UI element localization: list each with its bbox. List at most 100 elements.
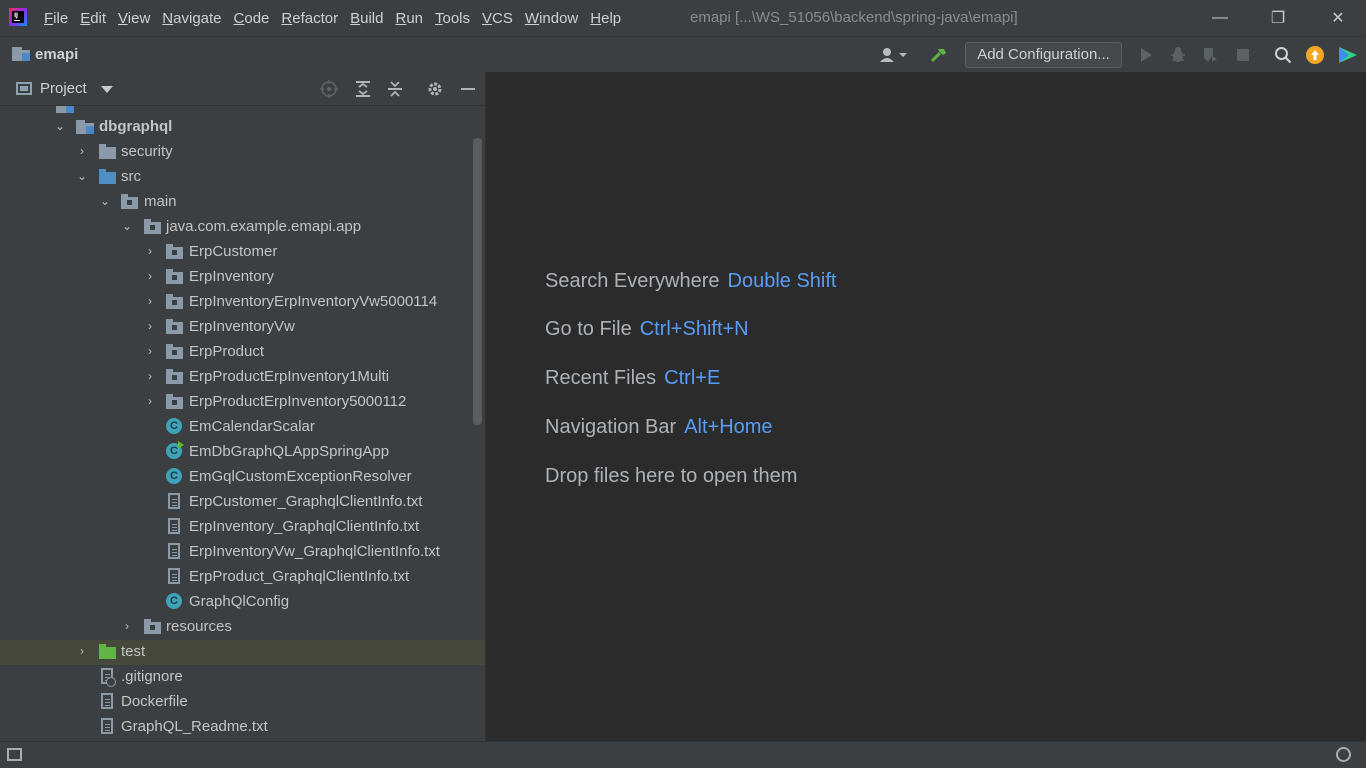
tree-row-package-item[interactable]: › ErpProductErpInventory5000112 — [0, 390, 486, 415]
project-panel-title[interactable]: Project — [40, 80, 87, 97]
chevron-right-icon[interactable]: › — [76, 145, 88, 157]
chevron-down-icon[interactable]: ⌄ — [99, 195, 111, 207]
chevron-right-icon[interactable]: › — [144, 395, 156, 407]
folder-icon — [99, 143, 117, 159]
menu-vcs[interactable]: VCS — [482, 10, 513, 27]
tree-label: ErpInventoryVw — [189, 318, 295, 335]
chevron-right-icon[interactable]: › — [144, 245, 156, 257]
chevron-right-icon[interactable]: › — [144, 270, 156, 282]
tree-row-package-item[interactable]: › ErpCustomer — [0, 240, 486, 265]
java-class-icon: C — [166, 418, 184, 434]
menu-tools[interactable]: Tools — [435, 10, 470, 27]
chevron-right-icon[interactable]: › — [76, 645, 88, 657]
tree-row-class[interactable]: C EmGqlCustomExceptionResolver — [0, 465, 486, 490]
tree-row-file[interactable]: ErpCustomer_GraphqlClientInfo.txt — [0, 490, 486, 515]
user-dropdown-icon[interactable] — [878, 46, 908, 64]
run-icon[interactable] — [1137, 46, 1155, 64]
tree-label: ErpProduct — [189, 343, 265, 360]
menu-edit[interactable]: Edit — [80, 10, 106, 27]
chevron-right-icon[interactable]: › — [144, 295, 156, 307]
close-button[interactable]: ✕ — [1308, 0, 1366, 36]
module-icon — [56, 106, 74, 113]
debug-icon[interactable] — [1169, 46, 1187, 64]
menu-help[interactable]: Help — [590, 10, 621, 27]
tool-windows-toggle-icon[interactable] — [7, 748, 22, 761]
editor-area[interactable]: Search Everywhere Double Shift Go to File… — [486, 72, 1366, 741]
menu-view[interactable]: View — [118, 10, 150, 27]
package-folder-icon — [144, 218, 162, 234]
gear-icon[interactable] — [426, 80, 444, 98]
tree-label: EmDbGraphQLAppSpringApp — [189, 443, 390, 460]
project-window-icon — [16, 82, 32, 95]
collapse-all-icon[interactable] — [386, 80, 404, 98]
tree-row-package-item[interactable]: › ErpInventoryErpInventoryVw5000114 — [0, 290, 486, 315]
menu-file[interactable]: File — [44, 10, 68, 27]
menu-build[interactable]: Build — [350, 10, 383, 27]
tree-row-class[interactable]: C GraphQlConfig — [0, 590, 486, 615]
tree-row-class[interactable]: C EmCalendarScalar — [0, 415, 486, 440]
search-icon[interactable] — [1274, 46, 1292, 64]
hide-panel-icon[interactable] — [459, 80, 477, 98]
tree-row-package[interactable]: ⌄ java.com.example.emapi.app — [0, 215, 486, 240]
window-title: emapi [...\WS_51056\backend\spring-java\… — [690, 9, 1018, 26]
breadcrumb-project[interactable]: emapi — [35, 46, 78, 63]
tree-label: ErpInventoryErpInventoryVw5000114 — [189, 293, 438, 310]
update-arrow-icon[interactable] — [1306, 46, 1324, 64]
menu-refactor[interactable]: Refactor — [281, 10, 338, 27]
tree-row-resources[interactable]: › resources — [0, 615, 486, 640]
text-file-icon — [166, 493, 184, 509]
menu-code[interactable]: Code — [234, 10, 270, 27]
chevron-right-icon[interactable]: › — [121, 620, 133, 632]
tree-row-package-item[interactable]: › ErpProduct — [0, 340, 486, 365]
tree-row-file[interactable]: ErpInventory_GraphqlClientInfo.txt — [0, 515, 486, 540]
tree-row-dbgraphql[interactable]: ⌄ dbgraphql — [0, 115, 486, 140]
restore-button[interactable]: ❐ — [1248, 0, 1308, 36]
minimize-button[interactable]: — — [1190, 0, 1250, 36]
tree-row-class[interactable]: C EmDbGraphQLAppSpringApp — [0, 440, 486, 465]
text-file-icon — [99, 693, 117, 709]
stop-icon[interactable] — [1234, 46, 1252, 64]
chevron-down-icon[interactable]: ⌄ — [54, 120, 66, 132]
tree-row-package-item[interactable]: › ErpInventoryVw — [0, 315, 486, 340]
tree-label: ErpCustomer_GraphqlClientInfo.txt — [189, 493, 423, 510]
code-with-me-icon[interactable] — [1338, 46, 1357, 64]
event-log-icon[interactable] — [1336, 747, 1351, 762]
runnable-class-icon: C — [166, 441, 184, 459]
menu-window[interactable]: Window — [525, 10, 578, 27]
tree-row-package-item[interactable]: › ErpProductErpInventory1Multi — [0, 365, 486, 390]
tree-scrollbar[interactable] — [473, 138, 482, 425]
tree-row-package-item[interactable]: › ErpInventory — [0, 265, 486, 290]
menu-navigate[interactable]: Navigate — [162, 10, 221, 27]
tree-row-security[interactable]: › security — [0, 140, 486, 165]
tree-label: Dockerfile — [121, 693, 188, 710]
chevron-right-icon[interactable]: › — [144, 370, 156, 382]
build-hammer-icon[interactable] — [930, 46, 948, 64]
tree-row-file[interactable]: .gitignore — [0, 665, 486, 690]
tree-row-file[interactable]: GraphQL_Readme.txt — [0, 715, 486, 740]
tree-label: dbgraphql — [99, 118, 173, 135]
project-module-icon — [12, 47, 30, 61]
package-folder-icon — [166, 243, 184, 259]
add-configuration-button[interactable]: Add Configuration... — [965, 42, 1122, 68]
menu-run[interactable]: Run — [395, 10, 423, 27]
title-bar: IJ File Edit View Navigate Code Refactor… — [0, 0, 1366, 36]
tree-row-file[interactable]: Dockerfile — [0, 690, 486, 715]
chevron-down-icon[interactable]: ⌄ — [76, 170, 88, 182]
tree-label: GraphQlConfig — [189, 593, 290, 610]
resources-folder-icon — [144, 618, 162, 634]
tree-row-file[interactable]: ErpProduct_GraphqlClientInfo.txt — [0, 565, 486, 590]
expand-all-icon[interactable] — [354, 80, 372, 98]
locate-target-icon[interactable] — [320, 80, 338, 98]
tree-row-src[interactable]: ⌄ src — [0, 165, 486, 190]
tree-row-file[interactable]: ErpInventoryVw_GraphqlClientInfo.txt — [0, 540, 486, 565]
tree-label: src — [121, 168, 141, 185]
coverage-icon[interactable] — [1201, 46, 1219, 64]
chevron-down-icon[interactable] — [101, 86, 113, 93]
tree-row-main[interactable]: ⌄ main — [0, 190, 486, 215]
tree-label: GraphQL_Readme.txt — [121, 718, 268, 735]
chevron-down-icon[interactable]: ⌄ — [121, 220, 133, 232]
project-tree[interactable]: ⌄ dbgraphql › security ⌄ src ⌄ main ⌄ ja… — [0, 106, 486, 741]
chevron-right-icon[interactable]: › — [144, 345, 156, 357]
tree-row-test[interactable]: › test — [0, 640, 486, 665]
chevron-right-icon[interactable]: › — [144, 320, 156, 332]
